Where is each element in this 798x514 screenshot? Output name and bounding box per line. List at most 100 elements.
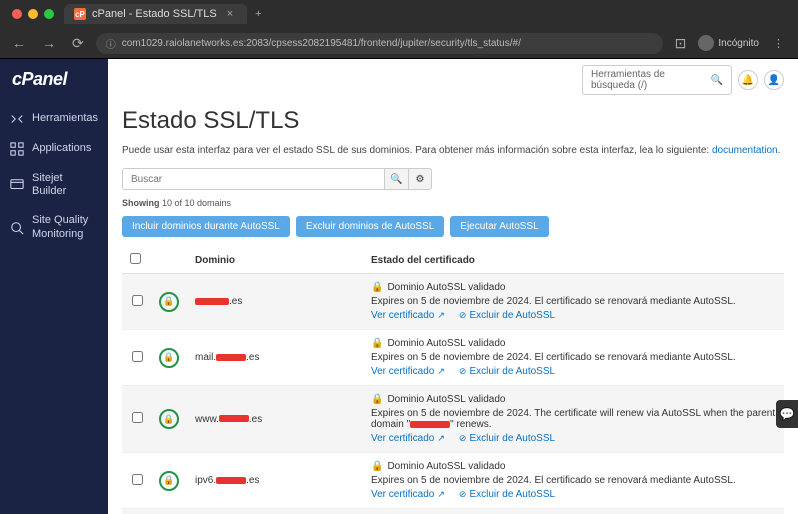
browser-chrome: cP cPanel - Estado SSL/TLS × + ← → ⟳ ⓘ c…	[0, 0, 798, 59]
external-link-icon: ↗	[437, 489, 445, 500]
global-search[interactable]: Herramientas de búsqueda (/) 🔍	[582, 65, 732, 95]
cert-validated-line: 🔒Dominio AutoSSL validado	[371, 338, 776, 349]
select-all-col	[122, 247, 151, 274]
row-checkbox-cell	[122, 453, 151, 509]
main: Herramientas de búsqueda (/) 🔍 🔔 👤 Estad…	[108, 59, 798, 514]
view-certificate-link[interactable]: Ver certificado ↗	[371, 433, 445, 444]
cert-status-cell: 🔒Dominio AutoSSL validadoExpires on 5 de…	[363, 274, 784, 330]
content: Estado SSL/TLS Puede usar esta interfaz …	[108, 107, 798, 514]
row-checkbox[interactable]	[132, 474, 143, 485]
table-row: 🔒www..es🔒Dominio AutoSSL validadoExpires…	[122, 386, 784, 453]
close-window[interactable]	[12, 9, 22, 19]
table-row: 🔒 mail..es 🔒Dominio AutoSSL validado Expire…	[122, 330, 784, 386]
sidebar: cPanel Herramientas Applications Sitejet…	[0, 59, 108, 514]
exclude-autossl-button[interactable]: Excluir dominios de AutoSSL	[296, 216, 444, 237]
intro-text: Puede usar esta interfaz para ver el est…	[122, 145, 784, 156]
new-tab-button[interactable]: +	[251, 8, 265, 20]
include-autossl-button[interactable]: Incluir dominios durante AutoSSL	[122, 216, 290, 237]
action-buttons: Incluir dominios durante AutoSSL Excluir…	[122, 216, 784, 237]
cert-expires-text: Expires on 5 de noviembre de 2024. El ce…	[371, 475, 776, 486]
domain-col-header: Dominio	[187, 247, 363, 274]
table-row: 🔒cpanel..es🔒Dominio AutoSSL validadoExpi…	[122, 509, 784, 514]
cert-links: Ver certificado ↗ ⊘ Excluir de AutoSSL	[371, 489, 776, 500]
exclude-autossl-link[interactable]: ⊘ Excluir de AutoSSL	[459, 489, 555, 500]
tools-icon	[10, 112, 24, 126]
domain-cell: mail..es	[187, 330, 363, 386]
row-lock-cell: 🔒	[151, 386, 187, 453]
sidebar-label: Herramientas	[32, 112, 98, 125]
tab-close-icon[interactable]: ×	[223, 8, 237, 20]
user-menu-button[interactable]: 👤	[764, 70, 784, 90]
minimize-window[interactable]	[28, 9, 38, 19]
forward-button[interactable]: →	[38, 35, 60, 51]
view-certificate-link[interactable]: Ver certificado ↗	[371, 310, 445, 321]
sidebar-label: Site Quality Monitoring	[32, 214, 98, 240]
external-link-icon: ↗	[437, 366, 445, 377]
cert-expires-text: Expires on 5 de noviembre de 2024. El ce…	[371, 352, 776, 363]
row-lock-cell: 🔒	[151, 330, 187, 386]
browser-menu-icon[interactable]: ⋮	[767, 37, 790, 50]
cert-validated-line: 🔒Dominio AutoSSL validado	[371, 461, 776, 472]
url-field[interactable]: ⓘ com1029.raiolanetworks.es:2083/cpsess2…	[96, 33, 663, 54]
view-certificate-link[interactable]: Ver certificado ↗	[371, 489, 445, 500]
lock-circle-icon: 🔒	[159, 471, 179, 491]
url-text: com1029.raiolanetworks.es:2083/cpsess208…	[122, 38, 521, 49]
search-icon: 🔍	[711, 75, 723, 86]
lock-icon: 🔒	[371, 338, 383, 349]
topstrip: Herramientas de búsqueda (/) 🔍 🔔 👤	[108, 59, 798, 101]
run-autossl-button[interactable]: Ejecutar AutoSSL	[450, 216, 548, 237]
table-row: 🔒 ipv6..es 🔒Dominio AutoSSL validado Expire…	[122, 453, 784, 509]
cert-status-cell: 🔒Dominio AutoSSL validado Expires on 5 de…	[363, 330, 784, 386]
global-search-placeholder: Herramientas de búsqueda (/)	[591, 69, 711, 91]
domain-search-input[interactable]	[122, 168, 384, 190]
search-button[interactable]: 🔍	[384, 168, 408, 190]
translate-icon[interactable]: ⊡	[671, 35, 691, 52]
reload-button[interactable]: ⟳	[68, 35, 88, 52]
cert-status: 🔒Dominio AutoSSL validadoExpires on 5 de…	[371, 282, 776, 321]
row-checkbox[interactable]	[132, 351, 143, 362]
sidebar-item-sitequality[interactable]: Site Quality Monitoring	[0, 206, 108, 248]
select-all-checkbox[interactable]	[130, 253, 141, 264]
lock-circle-icon: 🔒	[159, 348, 179, 368]
tab-bar: cP cPanel - Estado SSL/TLS × +	[0, 0, 798, 28]
notifications-button[interactable]: 🔔	[738, 70, 758, 90]
sliders-icon: ⚙	[416, 174, 425, 185]
redacted-domain	[410, 421, 450, 428]
row-checkbox[interactable]	[132, 295, 143, 306]
exclude-icon: ⊘	[459, 310, 467, 321]
browser-tab-active[interactable]: cP cPanel - Estado SSL/TLS ×	[64, 4, 247, 24]
maximize-window[interactable]	[44, 9, 54, 19]
page-title: Estado SSL/TLS	[122, 107, 784, 135]
sidebar-item-tools[interactable]: Herramientas	[0, 104, 108, 134]
back-button[interactable]: ←	[8, 35, 30, 51]
documentation-link[interactable]: documentation	[712, 145, 778, 156]
domain-cell: ipv6..es	[187, 453, 363, 509]
cert-status: 🔒Dominio AutoSSL validado Expires on 5 de…	[371, 461, 776, 500]
logo[interactable]: cPanel	[0, 59, 108, 104]
domains-table: Dominio Estado del certificado 🔒.es🔒Domi…	[122, 247, 784, 514]
domain-cell: .es	[187, 274, 363, 330]
cert-validated-text: Dominio AutoSSL validado	[387, 282, 505, 293]
exclude-autossl-link[interactable]: ⊘ Excluir de AutoSSL	[459, 433, 555, 444]
cert-validated-text: Dominio AutoSSL validado	[387, 394, 505, 405]
external-link-icon: ↗	[437, 433, 445, 444]
exclude-autossl-link[interactable]: ⊘ Excluir de AutoSSL	[459, 310, 555, 321]
row-lock-cell: 🔒	[151, 453, 187, 509]
site-info-icon[interactable]: ⓘ	[106, 36, 116, 51]
sidebar-item-applications[interactable]: Applications	[0, 134, 108, 164]
domain-cell: cpanel..es	[187, 509, 363, 514]
sidebar-item-sitejet[interactable]: Sitejet Builder	[0, 164, 108, 206]
logo-text: cPanel	[12, 69, 67, 89]
lock-icon: 🔒	[371, 282, 383, 293]
feedback-button[interactable]: 💬	[776, 400, 798, 428]
cert-status-cell: 🔒Dominio AutoSSL validadoExpires on 5 de…	[363, 509, 784, 514]
settings-button[interactable]: ⚙	[408, 168, 432, 190]
showing-range: 10 of 10	[162, 198, 195, 208]
sidebar-label: Applications	[32, 142, 91, 155]
row-checkbox[interactable]	[132, 412, 143, 423]
view-certificate-link[interactable]: Ver certificado ↗	[371, 366, 445, 377]
exclude-autossl-link[interactable]: ⊘ Excluir de AutoSSL	[459, 366, 555, 377]
domain-cell: www..es	[187, 386, 363, 453]
cert-status-cell: 🔒Dominio AutoSSL validado Expires on 5 de…	[363, 453, 784, 509]
cert-status-cell: 🔒Dominio AutoSSL validadoExpires on 5 de…	[363, 386, 784, 453]
